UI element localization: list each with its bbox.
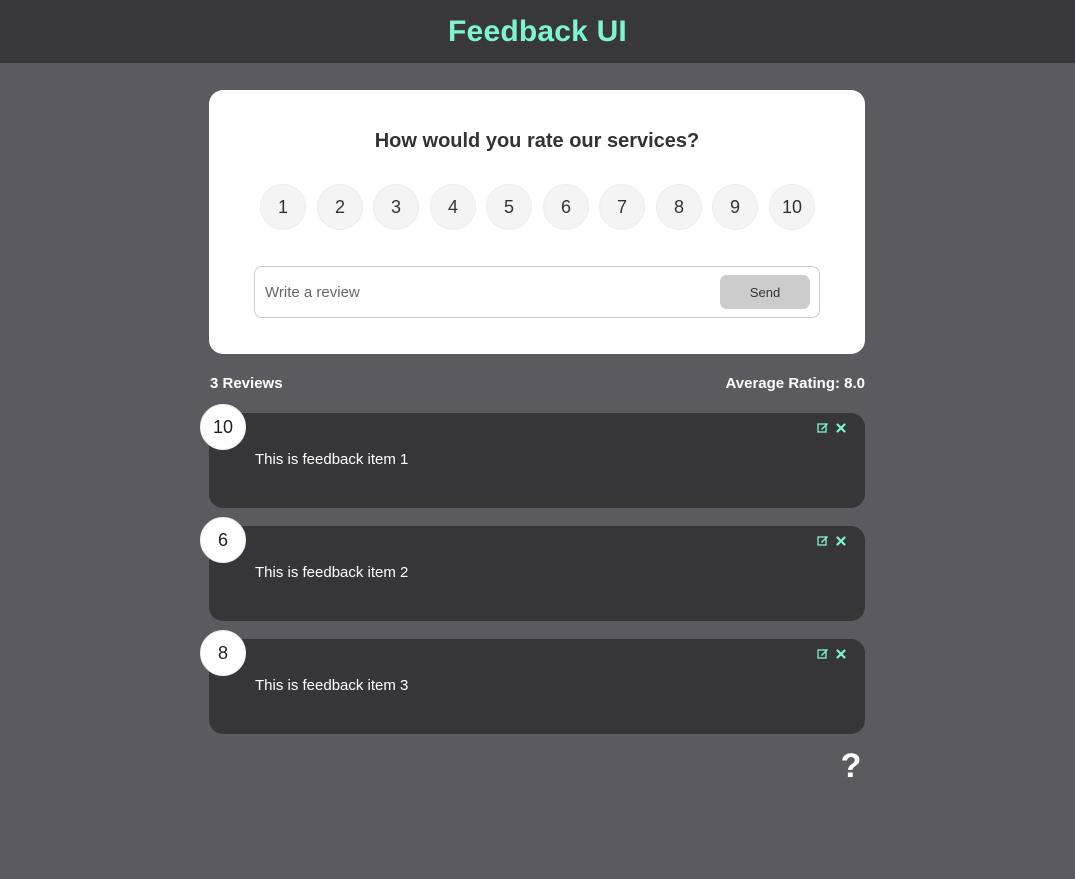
close-icon[interactable] — [834, 647, 848, 661]
review-count: 3 Reviews — [210, 375, 283, 392]
feedback-rating-badge: 10 — [200, 404, 246, 450]
feedback-rating-badge: 6 — [200, 517, 246, 563]
feedback-rating-badge: 8 — [200, 630, 246, 676]
edit-icon[interactable] — [816, 647, 830, 661]
feedback-card: 10 This is feedback item 1 — [200, 404, 865, 508]
app-header: Feedback UI — [0, 0, 1075, 63]
rating-option-8[interactable]: 8 — [656, 184, 702, 230]
feedback-card: 8 This is feedback item 3 — [200, 630, 865, 734]
rating-option-1[interactable]: 1 — [260, 184, 306, 230]
feedback-text: This is feedback item 3 — [255, 677, 409, 694]
edit-icon[interactable] — [816, 421, 830, 435]
feedback-text: This is feedback item 2 — [255, 564, 409, 581]
feedback-card: 6 This is feedback item 2 — [200, 517, 865, 621]
rating-option-5[interactable]: 5 — [486, 184, 532, 230]
edit-icon[interactable] — [816, 534, 830, 548]
rating-option-10[interactable]: 10 — [769, 184, 815, 230]
app-title: Feedback UI — [448, 14, 627, 48]
review-form: Send — [254, 266, 820, 318]
rating-card: How would you rate our services? 1 2 3 4… — [209, 90, 865, 354]
rating-option-4[interactable]: 4 — [430, 184, 476, 230]
close-icon[interactable] — [834, 534, 848, 548]
review-input[interactable] — [265, 282, 705, 302]
rating-option-6[interactable]: 6 — [543, 184, 589, 230]
rating-option-9[interactable]: 9 — [712, 184, 758, 230]
rating-options: 1 2 3 4 5 6 7 8 9 10 — [260, 184, 815, 230]
rating-option-7[interactable]: 7 — [599, 184, 645, 230]
rating-question: How would you rate our services? — [374, 130, 700, 152]
rating-option-2[interactable]: 2 — [317, 184, 363, 230]
average-rating: Average Rating: 8.0 — [725, 375, 866, 392]
help-icon[interactable]: ? — [836, 749, 866, 783]
send-button[interactable]: Send — [720, 275, 810, 309]
close-icon[interactable] — [834, 421, 848, 435]
feedback-text: This is feedback item 1 — [255, 451, 409, 468]
rating-option-3[interactable]: 3 — [373, 184, 419, 230]
